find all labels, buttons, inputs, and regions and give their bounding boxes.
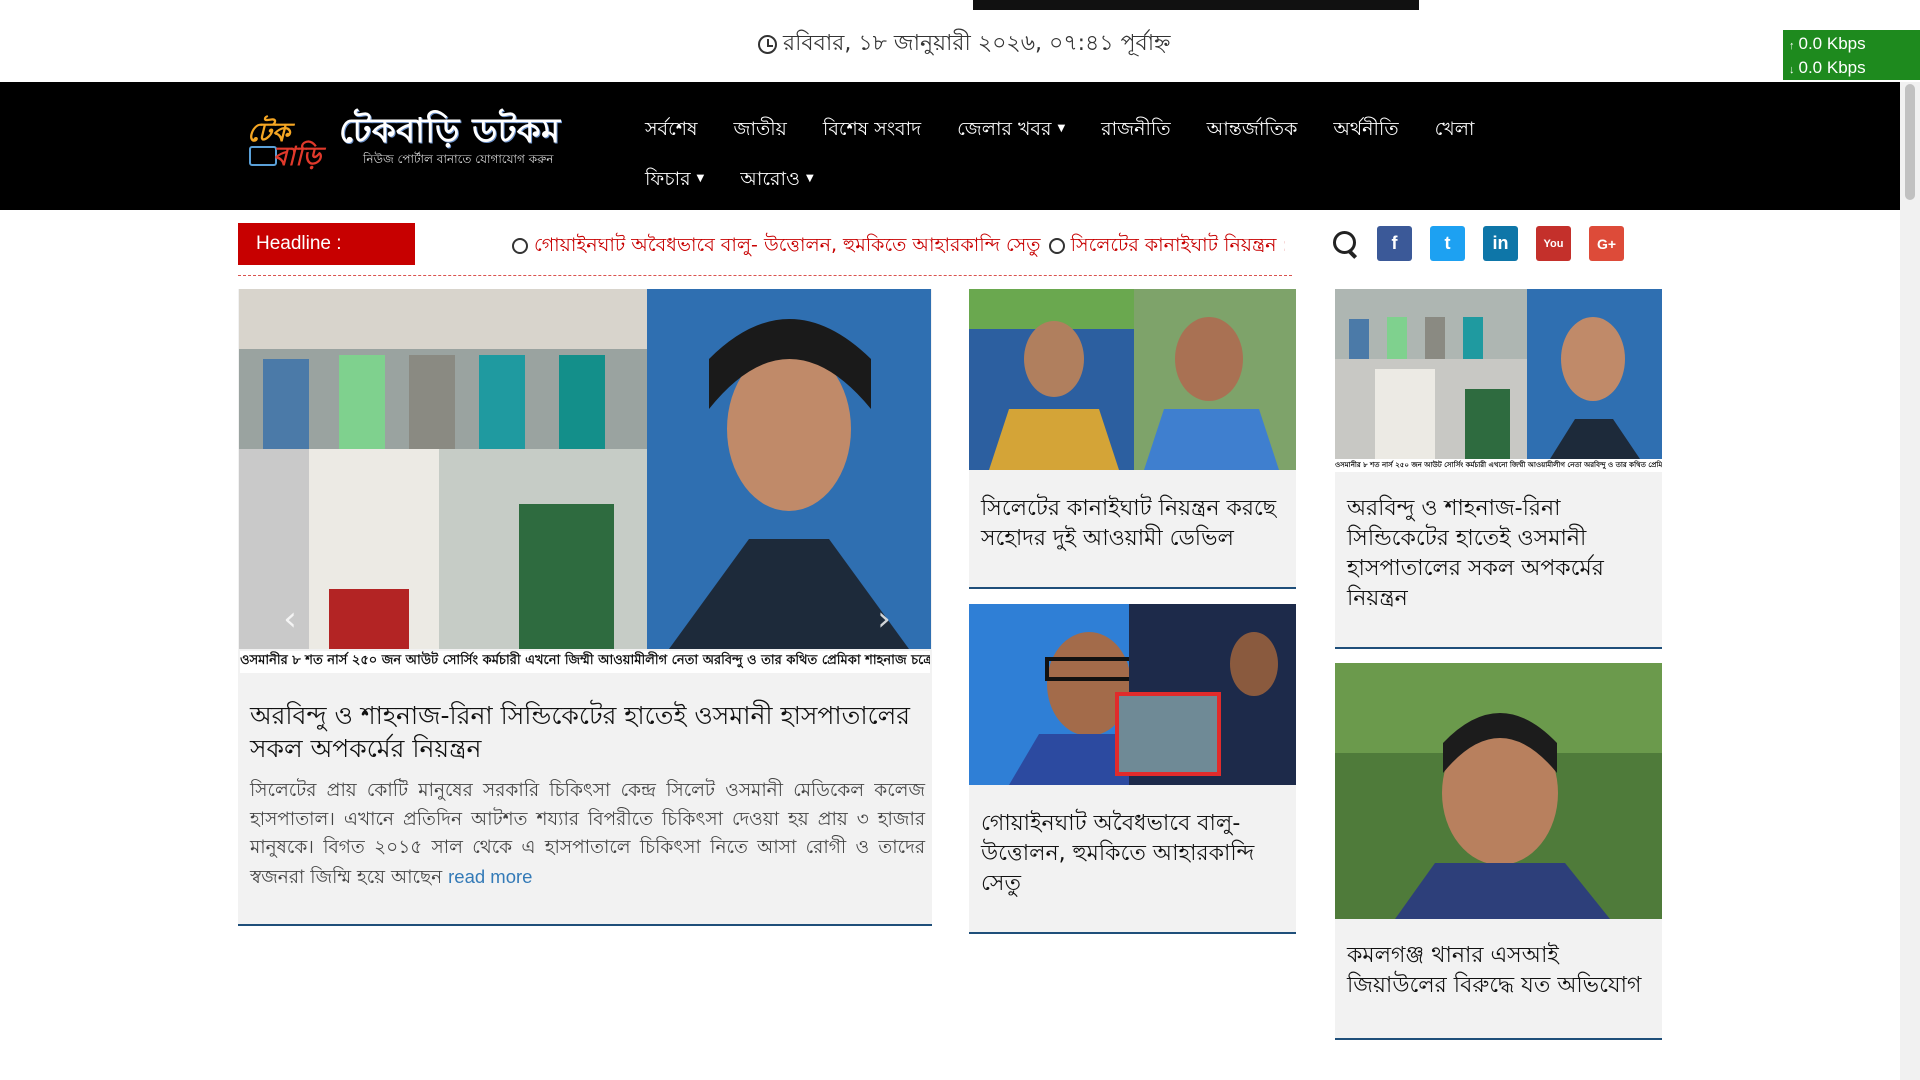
headline-ticker: গোয়াইনঘাট অবৈধভাবে বালু- উত্তোলন, হুমকি… [510,231,1285,261]
ticker-item[interactable]: গোয়াইনঘাট অবৈধভাবে বালু- উত্তোলন, হুমকি… [534,234,1041,256]
ad-banner[interactable] [973,0,1419,10]
image-caption: ওসমানীর ৮ শত নার্স ২৫০ জন আউট সোর্সিং কর… [1335,461,1662,469]
nav-item-economy[interactable]: অর্থনীতি [1315,104,1416,154]
news-card-image[interactable]: ওসমানীর ৮ শত নার্স ২৫০ জন আউট সোর্সিং কর… [1335,289,1662,472]
divider [238,275,1292,276]
nav-item-national[interactable]: জাতীয় [715,104,804,154]
lead-image-caption: ওসমানীর ৮ শত নার্স ২৫০ জন আউট সোর্সিং কর… [240,651,930,673]
lead-story-summary: সিলেটের প্রায় কোটি মানুষের সরকারি চিকিৎ… [250,777,925,892]
nav-item-politics[interactable]: রাজনীতি [1083,104,1188,154]
nav-item-international[interactable]: আন্তর্জাতিক [1189,104,1316,154]
nav-item-special-news[interactable]: বিশেষ সংবাদ [805,104,939,154]
news-card[interactable]: গোয়াইনঘাট অবৈধভাবে বালু- উত্তোলন, হুমকি… [969,604,1296,934]
nav-label: সর্বশেষ [645,118,698,140]
news-card[interactable]: সিলেটের কানাইঘাট নিয়ন্ত্রন করছে সহোদর দ… [969,289,1296,589]
headline-label: Headline : [238,223,415,265]
network-speed-widget: ↑ 0.0 Kbps ↓ 0.0 Kbps [1783,30,1920,80]
news-image [969,289,1296,470]
site-logo[interactable]: টেক বাড়ি টেকবাড়ি ডটকম নিউজ পোর্টাল বান… [245,106,565,176]
nav-label: আরোও [740,168,800,190]
logo-mark-bottom: বাড়ি [273,142,322,172]
news-image [1335,663,1662,919]
nav-menu: সর্বশেষ জাতীয় বিশেষ সংবাদ জেলার খবর ▼ রা… [627,104,1587,204]
news-card-image[interactable] [1335,663,1662,919]
youtube-icon[interactable]: You [1536,226,1571,261]
upload-arrow-icon: ↑ [1789,40,1795,52]
top-bar: রবিবার, ১৮ জানুয়ারী ২০২৬, ০৭:৪১ পূর্বাহ… [0,0,1920,82]
main-navbar: টেক বাড়ি টেকবাড়ি ডটকম নিউজ পোর্টাল বান… [0,82,1900,210]
search-icon[interactable] [1333,230,1359,257]
carousel-prev-button[interactable]: ‹ [275,599,305,639]
news-card-title[interactable]: অরবিন্দু ও শাহনাজ-রিনা সিন্ডিকেটের হাতেই… [1347,494,1652,614]
bullet-circle-icon [512,237,528,254]
caret-down-icon: ▼ [696,173,705,184]
lead-story-image[interactable]: ‹ › [239,289,931,649]
lead-story-title[interactable]: অরবিন্দু ও শাহনাজ-রিনা সিন্ডিকেটের হাতেই… [250,699,925,765]
lead-image-collage [239,289,931,649]
chevron-right-icon: › [877,599,891,639]
date-time-text: রবিবার, ১৮ জানুয়ারী ২০২৬, ০৭:৪১ পূর্বাহ… [783,31,1171,56]
nav-item-more[interactable]: আরোও ▼ [722,154,831,204]
site-tagline: নিউজ পোর্টাল বানাতে যোগাযোগ করুন [363,152,554,166]
linkedin-icon[interactable]: in [1483,226,1518,261]
lead-story-card[interactable]: ‹ › ওসমানীর ৮ শত নার্স ২৫০ জন আউট সোর্সি… [238,289,932,926]
nav-item-latest[interactable]: সর্বশেষ [627,104,715,154]
headline-bar: Headline : গোয়াইনঘাট অবৈধভাবে বালু- উত্… [238,223,1292,265]
bullet-circle-icon [1048,237,1065,254]
twitter-icon[interactable]: t [1430,226,1465,261]
nav-label: ফিচার [645,168,691,190]
clock-icon [758,35,777,54]
nav-label: অর্থনীতি [1333,118,1399,140]
nav-label: জাতীয় [733,118,787,140]
nav-item-sports[interactable]: খেলা [1417,104,1493,154]
page-scrollbar[interactable] [1900,82,1920,1080]
nav-label: আন্তর্জাতিক [1206,118,1298,140]
nav-label: রাজনীতি [1101,118,1171,140]
nav-label: খেলা [1434,118,1475,140]
news-image [969,604,1296,785]
scrollbar-thumb[interactable] [1905,84,1915,200]
nav-item-district-news[interactable]: জেলার খবর ▼ [939,104,1083,154]
social-links: f t in You G+ [1333,226,1624,261]
read-more-link[interactable]: read more [448,866,532,887]
download-speed: 0.0 Kbps [1798,58,1866,77]
date-time: রবিবার, ১৮ জানুয়ারী ২০২৬, ০৭:৪১ পূর্বাহ… [758,26,1171,63]
upload-speed: 0.0 Kbps [1798,34,1866,53]
news-card-image[interactable] [969,289,1296,470]
site-title: টেকবাড়ি ডটকম [339,111,561,151]
news-card-title[interactable]: কমলগঞ্জ থানার এসআই জিয়াউলের বিরুদ্ধে যত… [1347,941,1652,1001]
news-card-image[interactable] [969,604,1296,785]
nav-label: বিশেষ সংবাদ [822,118,922,140]
carousel-next-button[interactable]: › [869,599,899,639]
caret-down-icon: ▼ [1057,123,1066,134]
nav-item-feature[interactable]: ফিচার ▼ [627,154,722,204]
news-image [1335,289,1662,459]
logo-text: টেকবাড়ি ডটকম নিউজ পোর্টাল বানাতে যোগাযো… [339,111,560,171]
googleplus-icon[interactable]: G+ [1589,226,1624,261]
news-card[interactable]: কমলগঞ্জ থানার এসআই জিয়াউলের বিরুদ্ধে যত… [1335,663,1662,1040]
logo-mark: টেক বাড়ি [245,112,333,172]
chevron-left-icon: ‹ [283,599,297,639]
nav-label: জেলার খবর [957,118,1052,140]
download-arrow-icon: ↓ [1789,64,1795,76]
caret-down-icon: ▼ [806,173,814,184]
facebook-icon[interactable]: f [1377,226,1412,261]
news-card-title[interactable]: সিলেটের কানাইঘাট নিয়ন্ত্রন করছে সহোদর দ… [981,494,1289,554]
ticker-item[interactable]: সিলেটের কানাইঘাট নিয়ন্ত্রন : [1071,234,1285,256]
news-card[interactable]: ওসমানীর ৮ শত নার্স ২৫০ জন আউট সোর্সিং কর… [1335,289,1662,649]
news-card-title[interactable]: গোয়াইনঘাট অবৈধভাবে বালু- উত্তোলন, হুমকি… [981,809,1281,899]
lead-summary-text: সিলেটের প্রায় কোটি মানুষের সরকারি চিকিৎ… [250,780,925,888]
